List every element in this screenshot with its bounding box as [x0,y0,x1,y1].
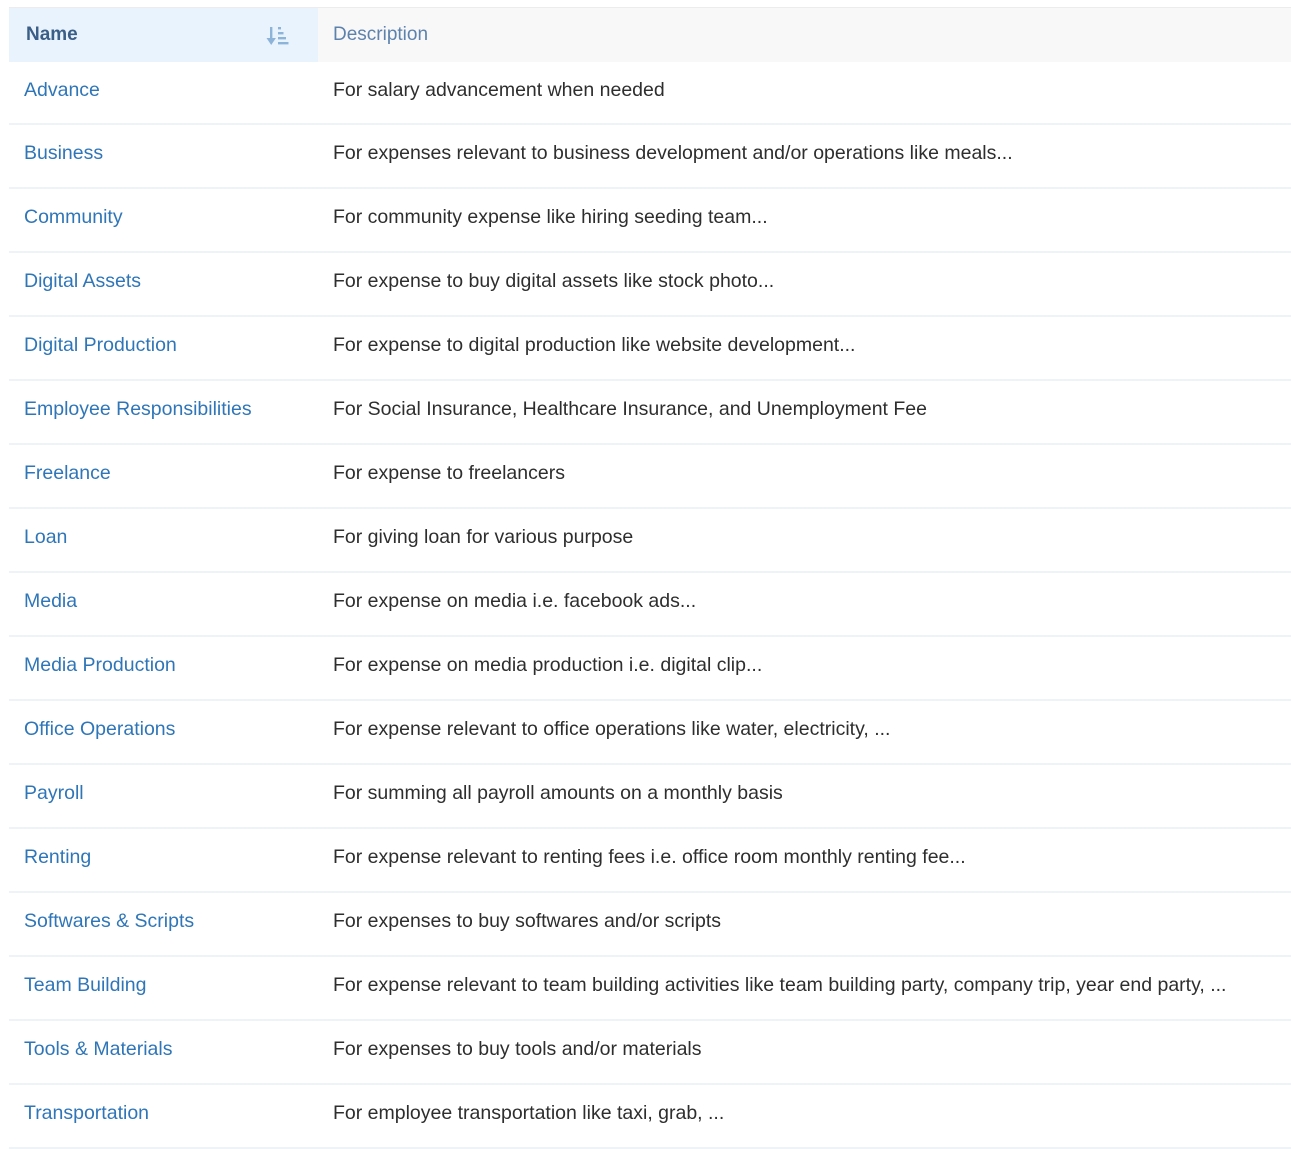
table-row[interactable]: Tools & Materials For expenses to buy too… [9,1020,1291,1084]
description-cell: For summing all payroll amounts on a mon… [333,782,783,804]
category-name-link[interactable]: Employee Responsibilities [24,398,252,420]
name-cell: Loan [9,508,318,572]
description-cell: For expense to freelancers [333,462,565,484]
category-name-link[interactable]: Office Operations [24,718,175,740]
category-name-link[interactable]: Softwares & Scripts [24,910,194,932]
category-name-link[interactable]: Team Building [24,974,146,996]
name-cell: Renting [9,828,318,892]
description-cell: For expense to digital production like w… [333,334,856,356]
column-header-description[interactable]: Description [318,7,1291,62]
table-row[interactable]: Advance For salary advancement when neede… [9,62,1291,124]
description-cell: For expense relevant to office operation… [333,718,891,740]
description-cell: For expense relevant to renting fees i.e… [333,846,966,868]
category-name-link[interactable]: Digital Production [24,334,177,356]
category-name-link[interactable]: Business [24,142,103,164]
expense-categories-table-container: Name Description Advance For salary adva… [9,7,1291,1149]
category-name-link[interactable]: Media [24,590,77,612]
table-row[interactable]: Loan For giving loan for various purpose [9,508,1291,572]
table-row[interactable]: Payroll For summing all payroll amounts o… [9,764,1291,828]
name-cell: Media [9,572,318,636]
column-header-name-label: Name [26,23,78,45]
description-cell: For employee transportation like taxi, g… [333,1102,725,1124]
sort-ascending-icon[interactable] [266,25,290,47]
category-name-link[interactable]: Advance [24,79,100,101]
category-name-link[interactable]: Transportation [24,1102,149,1124]
table-row[interactable]: Digital Assets For expense to buy digital… [9,252,1291,316]
name-cell: Employee Responsibilities [9,380,318,444]
category-name-link[interactable]: Media Production [24,654,176,676]
table-row[interactable]: Freelance For expense to freelancers [9,444,1291,508]
description-cell: For community expense like hiring seedin… [333,206,768,228]
table-row[interactable]: Team Building For expense relevant to tea… [9,956,1291,1020]
name-cell: Transportation [9,1084,318,1148]
name-cell: Softwares & Scripts [9,892,318,956]
category-name-link[interactable]: Payroll [24,782,84,804]
description-cell: For expenses to buy tools and/or materia… [333,1038,702,1060]
category-name-link[interactable]: Community [24,206,123,228]
description-cell: For expense on media production i.e. dig… [333,654,763,676]
description-cell: For expense on media i.e. facebook ads..… [333,590,697,612]
table-row[interactable]: Softwares & Scripts For expenses to buy s… [9,892,1291,956]
table-row[interactable]: Community For community expense like hiri… [9,188,1291,252]
category-name-link[interactable]: Freelance [24,462,111,484]
name-cell: Tools & Materials [9,1020,318,1084]
name-cell: Payroll [9,764,318,828]
header-row: Name Description [9,7,1291,62]
table-header: Name Description [9,7,1291,62]
table-body: Advance For salary advancement when neede… [9,62,1291,1148]
name-cell: Digital Production [9,316,318,380]
name-cell: Advance [9,62,318,124]
category-name-link[interactable]: Digital Assets [24,270,141,292]
name-cell: Team Building [9,956,318,1020]
description-cell: For salary advancement when needed [333,78,665,101]
description-cell: For giving loan for various purpose [333,526,634,548]
table-row[interactable]: Office Operations For expense relevant to… [9,700,1291,764]
column-header-description-label: Description [333,23,429,45]
table-row[interactable]: Renting For expense relevant to renting f… [9,828,1291,892]
category-name-link[interactable]: Tools & Materials [24,1038,172,1060]
description-cell: For expense to buy digital assets like s… [333,270,775,292]
description-cell: For expenses to buy softwares and/or scr… [333,910,722,932]
name-cell: Business [9,124,318,188]
table-row[interactable]: Employee Responsibilities For Social Insu… [9,380,1291,444]
table-row[interactable]: Business For expenses relevant to busines… [9,124,1291,188]
description-cell: For expenses relevant to business develo… [333,142,1013,164]
table-row[interactable]: Transportation For employee transportatio… [9,1084,1291,1148]
name-cell: Community [9,188,318,252]
category-name-link[interactable]: Renting [24,846,91,868]
name-cell: Digital Assets [9,252,318,316]
name-cell: Office Operations [9,700,318,764]
name-cell: Media Production [9,636,318,700]
name-cell: Freelance [9,444,318,508]
expense-categories-table: Name Description Advance For salary adva… [9,7,1291,1149]
table-row[interactable]: Digital Production For expense to digital… [9,316,1291,380]
table-row[interactable]: Media Production For expense on media pro… [9,636,1291,700]
description-cell: For Social Insurance, Healthcare Insuran… [333,398,927,420]
column-header-name[interactable]: Name [9,7,318,62]
table-row[interactable]: Media For expense on media i.e. facebook … [9,572,1291,636]
description-cell: For expense relevant to team building ac… [333,974,1227,996]
category-name-link[interactable]: Loan [24,526,67,548]
